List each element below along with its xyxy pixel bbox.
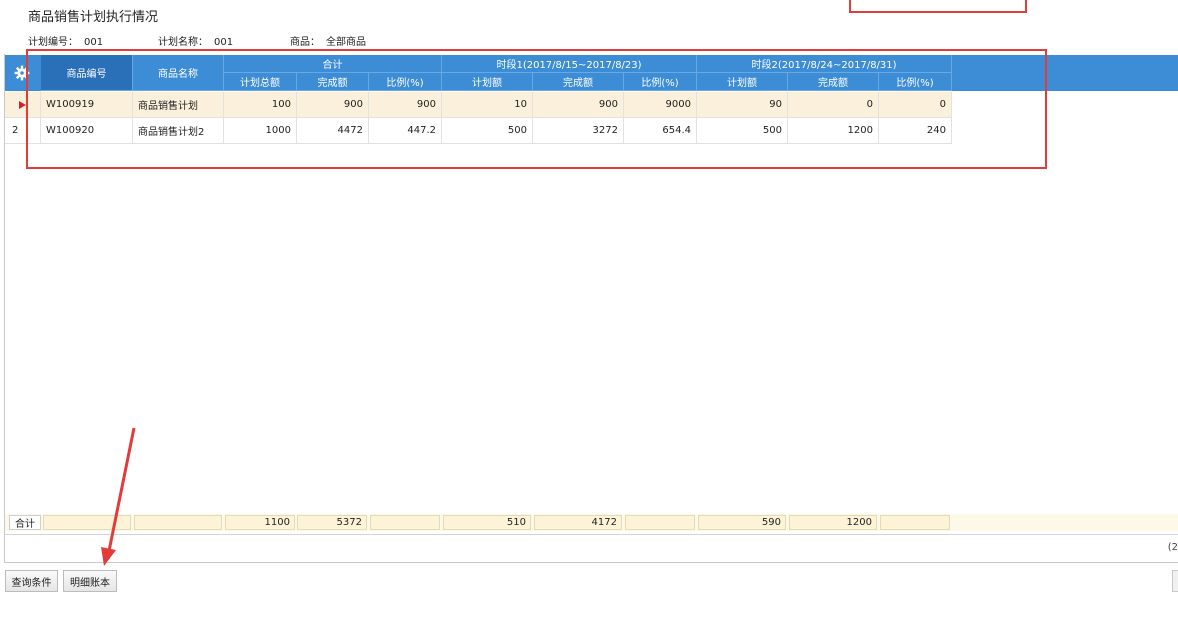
row-index: 2 <box>5 118 41 144</box>
meta-plan-name: 计划名称： 001 <box>158 33 233 48</box>
header-total-done[interactable]: 完成额 <box>297 73 369 91</box>
cell-value[interactable]: 90 <box>697 92 788 118</box>
cell-value[interactable]: 9000 <box>624 92 697 118</box>
pager-bar <box>5 534 1178 563</box>
cell-code[interactable]: W100920 <box>41 118 133 144</box>
meta-goods-label: 商品： <box>290 37 320 48</box>
table-row[interactable]: 2 W100920 商品销售计划2 1000 4472 447.2 500 32… <box>5 118 952 144</box>
page-title: 商品销售计划执行情况 <box>28 10 159 25</box>
meta-plan-number-value: 001 <box>84 37 104 48</box>
cell-code[interactable]: W100919 <box>41 92 133 118</box>
header-product-name[interactable]: 商品名称 <box>133 55 224 91</box>
cell-value[interactable]: 0 <box>788 92 879 118</box>
cell-value[interactable]: 100 <box>224 92 297 118</box>
cell-value[interactable]: 654.4 <box>624 118 697 144</box>
cell-value[interactable]: 0 <box>879 92 952 118</box>
meta-plan-name-value: 001 <box>214 37 234 48</box>
cell-value[interactable]: 240 <box>879 118 952 144</box>
meta-plan-name-label: 计划名称： <box>158 37 208 48</box>
cell-value[interactable]: 500 <box>442 118 533 144</box>
header-p2-ratio[interactable]: 比例(%) <box>879 73 952 91</box>
query-conditions-button[interactable]: 查询条件 <box>5 570 58 592</box>
meta-plan-number: 计划编号： 001 <box>28 33 103 48</box>
header-group-total: 合计 <box>224 55 442 73</box>
detail-ledger-button[interactable]: 明细账本 <box>63 570 117 592</box>
header-p1-done[interactable]: 完成额 <box>533 73 624 91</box>
summary-cell: 590 <box>698 515 786 530</box>
header-p1-plan[interactable]: 计划额 <box>442 73 533 91</box>
summary-cell: 5372 <box>297 515 367 530</box>
header-product-code[interactable]: 商品编号 <box>41 55 133 91</box>
annotation-box-top <box>849 0 1027 13</box>
cell-name[interactable]: 商品销售计划2 <box>133 118 224 144</box>
cell-value[interactable]: 900 <box>533 92 624 118</box>
cell-value[interactable]: 447.2 <box>369 118 442 144</box>
summary-cell <box>880 515 950 530</box>
header-p2-plan[interactable]: 计划额 <box>697 73 788 91</box>
row-indicator <box>5 92 41 118</box>
meta-goods-value: 全部商品 <box>326 37 366 48</box>
meta-plan-number-label: 计划编号： <box>28 37 78 48</box>
summary-label: 合计 <box>9 515 41 530</box>
header-total-plan[interactable]: 计划总额 <box>224 73 297 91</box>
cell-name[interactable]: 商品销售计划 <box>133 92 224 118</box>
header-group-period2: 时段2(2017/8/24~2017/8/31) <box>697 55 952 73</box>
header-group-period1: 时段1(2017/8/15~2017/8/23) <box>442 55 697 73</box>
summary-cell <box>43 515 131 530</box>
header-p2-done[interactable]: 完成额 <box>788 73 879 91</box>
cell-value[interactable]: 3272 <box>533 118 624 144</box>
summary-cell: 1100 <box>225 515 295 530</box>
cell-value[interactable]: 900 <box>369 92 442 118</box>
summary-cell <box>134 515 222 530</box>
pager-info: (2 <box>1167 542 1178 553</box>
summary-cell: 1200 <box>789 515 877 530</box>
cell-value[interactable]: 1200 <box>788 118 879 144</box>
summary-cell <box>625 515 695 530</box>
header-total-ratio[interactable]: 比例(%) <box>369 73 442 91</box>
gear-icon[interactable] <box>5 55 39 91</box>
summary-row: 合计 1100 5372 510 4172 590 1200 <box>5 514 1178 531</box>
cell-value[interactable]: 10 <box>442 92 533 118</box>
summary-cell: 510 <box>443 515 531 530</box>
meta-goods: 商品： 全部商品 <box>290 33 366 48</box>
summary-cell <box>370 515 440 530</box>
summary-cell: 4172 <box>534 515 622 530</box>
cell-value[interactable]: 500 <box>697 118 788 144</box>
cell-value[interactable]: 1000 <box>224 118 297 144</box>
header-p1-ratio[interactable]: 比例(%) <box>624 73 697 91</box>
right-edge-button[interactable] <box>1172 570 1178 592</box>
cell-value[interactable]: 900 <box>297 92 369 118</box>
table-row[interactable]: W100919 商品销售计划 100 900 900 10 900 9000 9… <box>5 92 952 118</box>
cell-value[interactable]: 4472 <box>297 118 369 144</box>
current-row-arrow-icon <box>19 100 26 109</box>
